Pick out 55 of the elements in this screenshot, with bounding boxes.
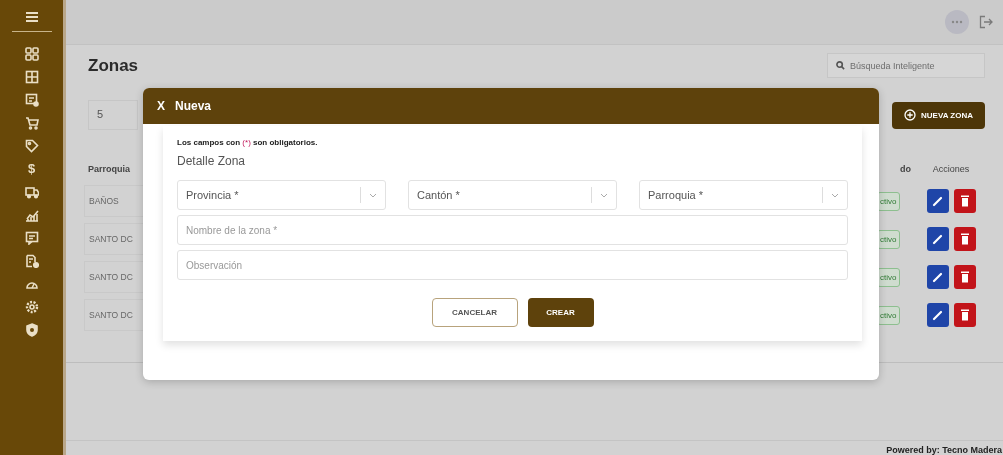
page-size-select[interactable]: 5 xyxy=(88,100,138,130)
edit-button[interactable] xyxy=(926,189,949,213)
status-badge: ctivo xyxy=(877,267,901,287)
cart-icon[interactable] xyxy=(24,116,39,130)
delete-button[interactable] xyxy=(953,227,976,251)
logout-icon[interactable] xyxy=(979,15,993,29)
page-title: Zonas xyxy=(88,55,139,76)
trash-icon xyxy=(959,309,970,321)
chevron-down-icon xyxy=(831,192,839,198)
column-header: Acciones xyxy=(931,164,971,174)
pencil-icon xyxy=(932,195,943,207)
search-icon xyxy=(836,61,845,70)
message-icon[interactable] xyxy=(24,231,39,245)
grid-icon[interactable] xyxy=(24,47,39,61)
truck-icon[interactable] xyxy=(24,185,39,199)
text-field[interactable]: Nombre de la zona * xyxy=(177,215,848,245)
dollar-icon[interactable]: $ xyxy=(27,162,36,176)
chart-icon[interactable] xyxy=(24,208,39,222)
board-icon[interactable] xyxy=(24,93,39,107)
section-title: Detalle Zona xyxy=(177,154,247,168)
column-header: do xyxy=(899,164,912,174)
plus-circle-icon xyxy=(904,109,916,121)
trash-icon xyxy=(959,271,970,283)
chevron-down-icon xyxy=(369,192,377,198)
tag-icon[interactable] xyxy=(24,139,39,153)
status-badge: ctivo xyxy=(877,191,901,211)
doc-icon[interactable] xyxy=(24,254,39,268)
shield-icon[interactable] xyxy=(24,323,39,337)
chevron-down-icon xyxy=(600,192,608,198)
status-badge: ctivo xyxy=(877,305,901,325)
column-header: Parroquia xyxy=(88,164,131,174)
delete-button[interactable] xyxy=(953,189,976,213)
close-button[interactable]: X xyxy=(157,99,165,113)
new-zone-button[interactable]: NUEVA ZONA xyxy=(892,101,985,129)
status-badge: ctivo xyxy=(877,229,901,249)
pencil-icon xyxy=(932,271,943,283)
edit-button[interactable] xyxy=(926,227,949,251)
dropdown-field[interactable]: Cantón * xyxy=(408,180,617,210)
text-field[interactable]: Observación xyxy=(177,250,848,280)
dropdown-field[interactable]: Parroquia * xyxy=(639,180,848,210)
trash-icon xyxy=(959,195,970,207)
edit-button[interactable] xyxy=(926,265,949,289)
delete-button[interactable] xyxy=(953,265,976,289)
modal-title: Nueva xyxy=(175,99,212,113)
footer-credit: Powered by: Tecno Madera xyxy=(886,445,1002,455)
create-button[interactable]: CREAR xyxy=(527,298,594,327)
pencil-icon xyxy=(932,233,943,245)
delete-button[interactable] xyxy=(953,303,976,327)
required-note: Los campos con (*) son obligatorios. xyxy=(177,138,319,147)
trash-icon xyxy=(959,233,970,245)
dropdown-field[interactable]: Provincia * xyxy=(177,180,386,210)
search-field[interactable]: Búsqueda Inteligente xyxy=(827,53,985,78)
pencil-icon xyxy=(932,309,943,321)
edit-button[interactable] xyxy=(926,303,949,327)
cancel-button[interactable]: CANCELAR xyxy=(431,298,518,327)
